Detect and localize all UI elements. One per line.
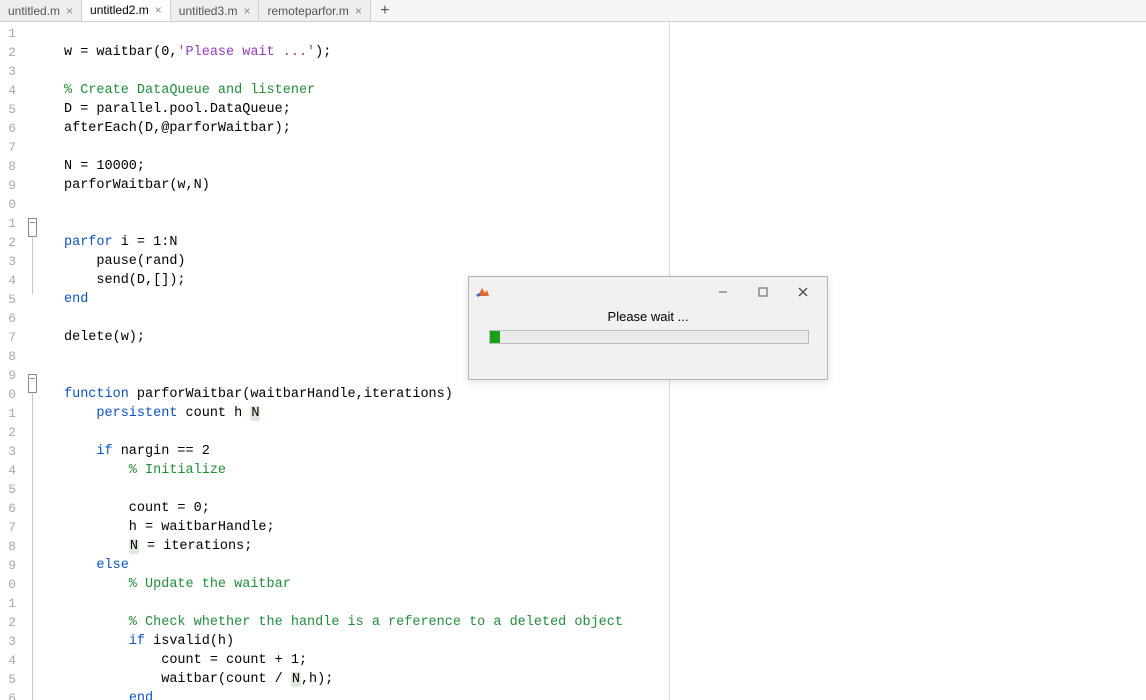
line-number: 9 [0, 176, 18, 195]
waitbar-progress [489, 330, 809, 344]
line-number: 4 [0, 651, 18, 670]
close-icon[interactable]: × [243, 5, 250, 17]
line-number: 6 [0, 119, 18, 138]
line-number: 0 [0, 575, 18, 594]
close-icon[interactable]: × [155, 4, 162, 16]
fold-toggle[interactable] [18, 218, 46, 237]
close-icon[interactable]: × [355, 5, 362, 17]
line-number: 6 [0, 309, 18, 328]
maximize-button[interactable] [743, 278, 783, 306]
line-number: 4 [0, 81, 18, 100]
line-number: 2 [0, 43, 18, 62]
dialog-titlebar[interactable] [469, 277, 827, 307]
line-number: 2 [0, 233, 18, 252]
close-icon[interactable]: × [66, 5, 73, 17]
tab-label: untitled3.m [179, 4, 238, 18]
line-number: 7 [0, 138, 18, 157]
fold-toggle[interactable] [18, 374, 46, 393]
add-tab-button[interactable]: + [371, 0, 399, 21]
line-number: 5 [0, 100, 18, 119]
line-number: 3 [0, 632, 18, 651]
line-number: 0 [0, 385, 18, 404]
line-number: 4 [0, 271, 18, 290]
tab-untitled3[interactable]: untitled3.m × [171, 0, 260, 21]
line-number: 7 [0, 518, 18, 537]
line-number: 9 [0, 366, 18, 385]
tab-untitled[interactable]: untitled.m × [0, 0, 82, 21]
line-number: 8 [0, 537, 18, 556]
line-number: 2 [0, 613, 18, 632]
line-number: 3 [0, 62, 18, 81]
tab-bar: untitled.m × untitled2.m × untitled3.m ×… [0, 0, 1146, 22]
tab-label: untitled.m [8, 4, 60, 18]
waitbar-progress-fill [490, 331, 500, 343]
line-number: 4 [0, 461, 18, 480]
line-number-gutter: 123456789012345678901234567890123456 [0, 22, 18, 700]
tab-untitled2[interactable]: untitled2.m × [82, 0, 171, 21]
waitbar-dialog: Please wait ... [468, 276, 828, 380]
line-number: 8 [0, 347, 18, 366]
line-number: 9 [0, 556, 18, 575]
line-number: 5 [0, 480, 18, 499]
tab-label: untitled2.m [90, 3, 149, 17]
line-number: 6 [0, 689, 18, 700]
matlab-icon [475, 284, 491, 300]
line-number: 7 [0, 328, 18, 347]
line-number: 3 [0, 252, 18, 271]
line-number: 1 [0, 214, 18, 233]
line-number: 1 [0, 594, 18, 613]
line-number: 5 [0, 670, 18, 689]
line-number: 8 [0, 157, 18, 176]
line-number: 1 [0, 24, 18, 43]
line-number: 0 [0, 195, 18, 214]
line-number: 1 [0, 404, 18, 423]
line-number: 6 [0, 499, 18, 518]
line-number: 5 [0, 290, 18, 309]
tab-remoteparfor[interactable]: remoteparfor.m × [259, 0, 370, 21]
minimize-button[interactable] [703, 278, 743, 306]
waitbar-text: Please wait ... [489, 309, 807, 324]
line-number: 2 [0, 423, 18, 442]
close-button[interactable] [783, 278, 823, 306]
tab-label: remoteparfor.m [267, 4, 348, 18]
line-number: 3 [0, 442, 18, 461]
fold-column [18, 22, 46, 700]
